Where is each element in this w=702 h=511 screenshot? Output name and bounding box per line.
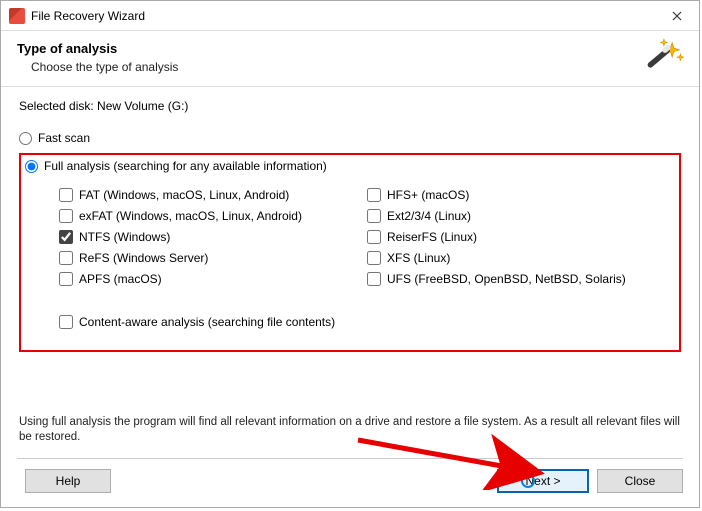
footer: Help Next > Close — [1, 459, 699, 507]
filesystem-label: NTFS (Windows) — [79, 230, 170, 244]
filesystem-checkbox-input[interactable] — [367, 272, 381, 286]
full-analysis-highlight: Full analysis (searching for any availab… — [19, 153, 681, 352]
filesystem-col-left: FAT (Windows, macOS, Linux, Android) exFA… — [59, 181, 367, 293]
filesystem-label: FAT (Windows, macOS, Linux, Android) — [79, 188, 289, 202]
next-button[interactable]: Next > — [497, 469, 589, 493]
filesystem-checkbox-input[interactable] — [367, 251, 381, 265]
filesystem-checkbox-input[interactable] — [367, 209, 381, 223]
app-icon — [9, 8, 25, 24]
content-aware-checkbox[interactable]: Content-aware analysis (searching file c… — [59, 315, 675, 329]
filesystem-checkbox[interactable]: NTFS (Windows) — [59, 230, 367, 244]
loading-spinner-icon — [521, 474, 535, 488]
filesystem-checkbox[interactable]: HFS+ (macOS) — [367, 188, 675, 202]
fast-scan-label: Fast scan — [38, 131, 90, 145]
filesystem-checkbox[interactable]: UFS (FreeBSD, OpenBSD, NetBSD, Solaris) — [367, 272, 675, 286]
page-subtitle: Choose the type of analysis — [31, 60, 683, 74]
filesystem-checkbox[interactable]: ReFS (Windows Server) — [59, 251, 367, 265]
filesystem-checkbox[interactable]: XFS (Linux) — [367, 251, 675, 265]
filesystem-label: ReFS (Windows Server) — [79, 251, 208, 265]
filesystem-label: XFS (Linux) — [387, 251, 450, 265]
filesystem-label: UFS (FreeBSD, OpenBSD, NetBSD, Solaris) — [387, 272, 626, 286]
hint-text: Using full analysis the program will fin… — [19, 415, 681, 446]
page-title: Type of analysis — [17, 41, 683, 56]
filesystem-label: APFS (macOS) — [79, 272, 162, 286]
filesystem-checkbox[interactable]: ReiserFS (Linux) — [367, 230, 675, 244]
window-title: File Recovery Wizard — [31, 9, 655, 23]
close-button[interactable]: Close — [597, 469, 683, 493]
close-icon[interactable] — [655, 1, 699, 31]
help-button[interactable]: Help — [25, 469, 111, 493]
titlebar: File Recovery Wizard — [1, 1, 699, 31]
filesystem-checkbox-input[interactable] — [59, 209, 73, 223]
dialog-window: File Recovery Wizard Type of analysis Ch… — [0, 0, 700, 508]
fast-scan-radio[interactable]: Fast scan — [19, 131, 681, 145]
filesystem-label: exFAT (Windows, macOS, Linux, Android) — [79, 209, 302, 223]
filesystem-checkbox-input[interactable] — [367, 188, 381, 202]
selected-disk-label: Selected disk: New Volume (G:) — [19, 99, 681, 113]
filesystem-checkbox[interactable]: Ext2/3/4 (Linux) — [367, 209, 675, 223]
full-analysis-radio-input[interactable] — [25, 160, 38, 173]
wizard-wand-icon — [641, 37, 685, 81]
content-aware-label: Content-aware analysis (searching file c… — [79, 315, 335, 329]
filesystem-label: Ext2/3/4 (Linux) — [387, 209, 471, 223]
filesystem-checkbox[interactable]: FAT (Windows, macOS, Linux, Android) — [59, 188, 367, 202]
filesystem-checkbox[interactable]: APFS (macOS) — [59, 272, 367, 286]
fast-scan-radio-input[interactable] — [19, 132, 32, 145]
filesystem-checkbox-input[interactable] — [59, 230, 73, 244]
content-aware-checkbox-input[interactable] — [59, 315, 73, 329]
wizard-body: Selected disk: New Volume (G:) Fast scan… — [1, 87, 699, 403]
filesystem-checkbox-input[interactable] — [59, 272, 73, 286]
filesystem-checkbox[interactable]: exFAT (Windows, macOS, Linux, Android) — [59, 209, 367, 223]
wizard-header: Type of analysis Choose the type of anal… — [1, 31, 699, 87]
full-analysis-label: Full analysis (searching for any availab… — [44, 159, 327, 173]
filesystem-col-right: HFS+ (macOS) Ext2/3/4 (Linux) ReiserFS (Li… — [367, 181, 675, 293]
filesystem-checkbox-input[interactable] — [59, 251, 73, 265]
filesystem-label: ReiserFS (Linux) — [387, 230, 477, 244]
filesystem-columns: FAT (Windows, macOS, Linux, Android) exFA… — [21, 181, 675, 293]
filesystem-checkbox-input[interactable] — [367, 230, 381, 244]
full-analysis-radio[interactable]: Full analysis (searching for any availab… — [21, 159, 675, 173]
filesystem-checkbox-input[interactable] — [59, 188, 73, 202]
content-aware-row: Content-aware analysis (searching file c… — [21, 315, 675, 329]
filesystem-label: HFS+ (macOS) — [387, 188, 469, 202]
